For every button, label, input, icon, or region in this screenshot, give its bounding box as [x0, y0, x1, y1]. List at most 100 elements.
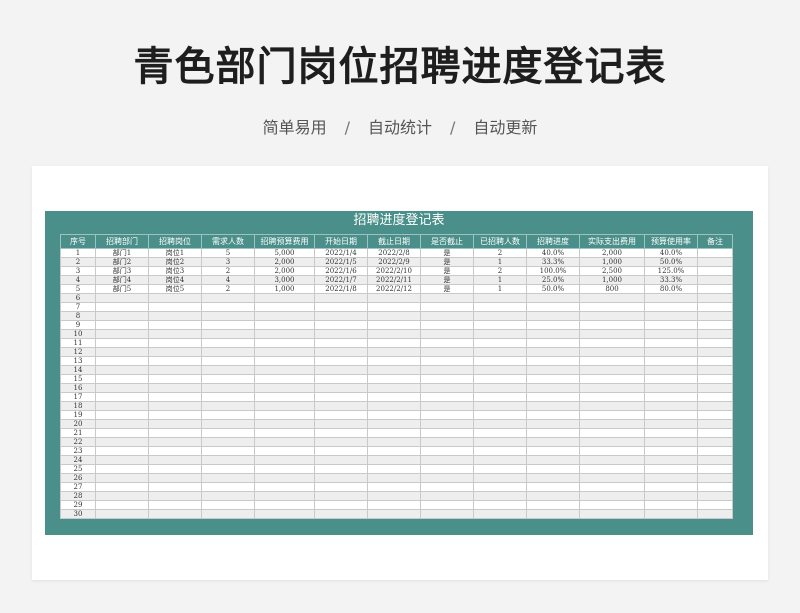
table-cell[interactable] [201, 338, 255, 348]
table-cell[interactable] [148, 320, 202, 330]
table-cell[interactable] [697, 383, 733, 393]
table-cell[interactable]: 2 [201, 284, 255, 294]
table-cell[interactable] [314, 329, 368, 339]
table-cell[interactable] [254, 419, 315, 429]
table-cell[interactable] [579, 311, 645, 321]
table-cell[interactable]: 2022/1/4 [314, 248, 368, 258]
table-cell[interactable] [148, 437, 202, 447]
table-cell[interactable] [473, 455, 527, 465]
table-cell[interactable] [367, 437, 421, 447]
table-cell[interactable] [420, 311, 474, 321]
table-cell[interactable] [201, 320, 255, 330]
table-cell[interactable] [367, 482, 421, 492]
table-cell[interactable] [95, 329, 149, 339]
table-cell[interactable] [201, 464, 255, 474]
table-cell[interactable]: 3 [60, 266, 96, 276]
table-cell[interactable] [644, 302, 698, 312]
table-cell[interactable]: 是 [420, 266, 474, 276]
table-cell[interactable]: 24 [60, 455, 96, 465]
table-cell[interactable] [473, 500, 527, 510]
table-cell[interactable] [201, 500, 255, 510]
table-cell[interactable] [473, 311, 527, 321]
table-cell[interactable] [697, 266, 733, 276]
table-cell[interactable] [579, 356, 645, 366]
table-cell[interactable]: 2022/2/11 [367, 275, 421, 285]
table-cell[interactable]: 12 [60, 347, 96, 357]
table-cell[interactable]: 2022/1/5 [314, 257, 368, 267]
table-cell[interactable] [526, 428, 580, 438]
table-cell[interactable] [526, 491, 580, 501]
table-cell[interactable] [420, 437, 474, 447]
table-cell[interactable] [526, 482, 580, 492]
table-cell[interactable] [367, 392, 421, 402]
table-cell[interactable]: 80.0% [644, 284, 698, 294]
table-cell[interactable] [420, 338, 474, 348]
table-cell[interactable] [201, 392, 255, 402]
table-cell[interactable] [148, 293, 202, 303]
table-cell[interactable] [697, 365, 733, 375]
table-cell[interactable]: 岗位5 [148, 284, 202, 294]
table-cell[interactable] [201, 428, 255, 438]
table-cell[interactable]: 部门1 [95, 248, 149, 258]
table-cell[interactable]: 部门4 [95, 275, 149, 285]
table-cell[interactable] [95, 473, 149, 483]
table-cell[interactable] [644, 455, 698, 465]
table-cell[interactable] [644, 329, 698, 339]
table-cell[interactable] [95, 356, 149, 366]
table-cell[interactable]: 33.3% [644, 275, 698, 285]
table-cell[interactable] [148, 491, 202, 501]
table-cell[interactable]: 28 [60, 491, 96, 501]
table-cell[interactable] [148, 473, 202, 483]
table-cell[interactable] [95, 500, 149, 510]
table-cell[interactable] [201, 329, 255, 339]
table-cell[interactable]: 1,000 [579, 275, 645, 285]
table-cell[interactable] [644, 482, 698, 492]
table-cell[interactable] [314, 446, 368, 456]
table-cell[interactable] [526, 302, 580, 312]
table-cell[interactable] [526, 401, 580, 411]
table-cell[interactable] [697, 482, 733, 492]
table-cell[interactable] [420, 374, 474, 384]
table-cell[interactable] [579, 419, 645, 429]
table-cell[interactable] [201, 311, 255, 321]
table-cell[interactable] [367, 302, 421, 312]
table-cell[interactable] [254, 365, 315, 375]
table-cell[interactable] [579, 446, 645, 456]
table-cell[interactable] [420, 383, 474, 393]
table-cell[interactable] [254, 392, 315, 402]
table-cell[interactable] [314, 311, 368, 321]
table-cell[interactable] [473, 374, 527, 384]
table-cell[interactable] [697, 410, 733, 420]
table-cell[interactable] [697, 446, 733, 456]
table-cell[interactable] [473, 464, 527, 474]
table-cell[interactable]: 5 [60, 284, 96, 294]
table-cell[interactable] [420, 464, 474, 474]
table-cell[interactable] [201, 509, 255, 519]
table-cell[interactable] [95, 293, 149, 303]
table-cell[interactable] [579, 401, 645, 411]
table-cell[interactable] [420, 509, 474, 519]
table-cell[interactable] [95, 419, 149, 429]
table-cell[interactable] [314, 473, 368, 483]
table-cell[interactable] [644, 392, 698, 402]
table-cell[interactable] [148, 338, 202, 348]
table-cell[interactable]: 1 [473, 284, 527, 294]
table-cell[interactable] [526, 446, 580, 456]
table-cell[interactable] [420, 473, 474, 483]
table-cell[interactable] [314, 374, 368, 384]
table-cell[interactable] [697, 437, 733, 447]
table-cell[interactable] [473, 293, 527, 303]
table-cell[interactable] [367, 311, 421, 321]
table-cell[interactable] [644, 428, 698, 438]
table-cell[interactable] [473, 473, 527, 483]
table-cell[interactable]: 2 [60, 257, 96, 267]
table-cell[interactable]: 岗位2 [148, 257, 202, 267]
table-cell[interactable] [420, 410, 474, 420]
table-cell[interactable] [644, 320, 698, 330]
table-cell[interactable] [473, 365, 527, 375]
table-cell[interactable]: 13 [60, 356, 96, 366]
table-cell[interactable] [201, 374, 255, 384]
table-cell[interactable] [579, 329, 645, 339]
table-cell[interactable] [697, 419, 733, 429]
table-cell[interactable]: 部门3 [95, 266, 149, 276]
